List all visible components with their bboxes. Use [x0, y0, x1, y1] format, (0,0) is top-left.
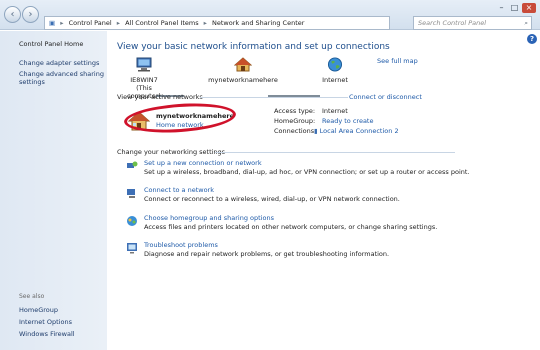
minimize-button[interactable]: –	[496, 3, 507, 13]
search-icon[interactable]: ⌕	[524, 17, 528, 29]
homegroup-sharing-icon	[127, 216, 137, 226]
search-placeholder: Search Control Panel	[418, 19, 487, 27]
globe-icon	[327, 57, 343, 72]
homegroup-sharing-link[interactable]: Choose homegroup and sharing options	[144, 214, 274, 222]
new-connection-icon	[127, 161, 138, 168]
map-node-network: mynetworknamehere	[203, 57, 283, 84]
connection-name: Local Area Connection 2	[319, 127, 399, 135]
forward-button[interactable]: ›	[22, 6, 39, 23]
sidebar: Control Panel Home Change adapter settin…	[0, 31, 107, 350]
map-network-name: mynetworknamehere	[208, 76, 278, 84]
connect-network-desc: Connect or reconnect to a wireless, wire…	[144, 195, 400, 203]
title-bar: – □ × ‹ › ▣ ▸ Control Panel ▸ All Contro…	[0, 0, 540, 30]
connect-network-link[interactable]: Connect to a network	[144, 186, 214, 194]
internet-options-link[interactable]: Internet Options	[19, 318, 104, 326]
homegroup-ready-link[interactable]: Ready to create	[322, 117, 373, 125]
map-node-internet: Internet	[320, 57, 350, 84]
main-panel: ? View your basic network information an…	[108, 31, 540, 350]
setup-connection-desc: Set up a wireless, broadband, dial-up, a…	[144, 168, 470, 176]
help-icon[interactable]: ?	[527, 34, 537, 44]
setup-connection-link[interactable]: Set up a new connection or network	[144, 159, 262, 167]
home-network-icon	[233, 57, 253, 72]
change-advanced-sharing-link[interactable]: Change advanced sharing settings	[19, 70, 104, 86]
connections-label: Connections:	[274, 127, 317, 135]
change-settings-heading: Change your networking settings	[117, 148, 226, 156]
troubleshoot-link[interactable]: Troubleshoot problems	[144, 241, 218, 249]
local-area-connection-link[interactable]: ▮ Local Area Connection 2	[314, 127, 399, 135]
breadcrumb-all-items[interactable]: All Control Panel Items	[125, 19, 198, 27]
access-type-label: Access type:	[274, 107, 316, 115]
internet-label: Internet	[322, 76, 348, 84]
see-also-heading: See also	[19, 293, 45, 300]
close-button[interactable]: ×	[522, 3, 536, 13]
access-type-value: Internet	[322, 107, 348, 115]
homegroup-label: HomeGroup:	[274, 117, 316, 125]
connect-or-disconnect-link[interactable]: Connect or disconnect	[349, 93, 422, 101]
connect-network-icon	[127, 189, 135, 198]
address-bar[interactable]: ▣ ▸ Control Panel ▸ All Control Panel It…	[44, 16, 390, 30]
maximize-button[interactable]: □	[509, 3, 520, 13]
network-adapter-icon: ▮	[314, 127, 318, 135]
computer-name: IE8WIN7	[130, 76, 158, 84]
computer-icon	[136, 57, 152, 72]
back-button[interactable]: ‹	[4, 6, 21, 23]
active-networks-heading: View your active networks	[117, 93, 203, 101]
forward-arrow-icon: ›	[28, 9, 33, 20]
back-arrow-icon: ‹	[10, 9, 15, 20]
control-panel-home-link[interactable]: Control Panel Home	[19, 40, 83, 48]
change-adapter-settings-link[interactable]: Change adapter settings	[19, 59, 104, 67]
page-title: View your basic network information and …	[117, 42, 390, 52]
search-input[interactable]: Search Control Panel ⌕	[413, 16, 532, 30]
annotation-circle	[123, 100, 237, 136]
windows-firewall-link[interactable]: Windows Firewall	[19, 330, 104, 338]
homegroup-sharing-desc: Access files and printers located on oth…	[144, 223, 438, 231]
breadcrumb-network-sharing[interactable]: Network and Sharing Center	[212, 19, 304, 27]
section-divider	[200, 97, 348, 98]
breadcrumb-control-panel[interactable]: Control Panel	[69, 19, 112, 27]
troubleshoot-icon	[127, 243, 137, 254]
section-divider	[215, 152, 455, 153]
troubleshoot-desc: Diagnose and repair network problems, or…	[144, 250, 390, 258]
control-panel-icon: ▣	[49, 19, 56, 27]
see-full-map-link[interactable]: See full map	[377, 57, 418, 65]
homegroup-link[interactable]: HomeGroup	[19, 306, 104, 314]
